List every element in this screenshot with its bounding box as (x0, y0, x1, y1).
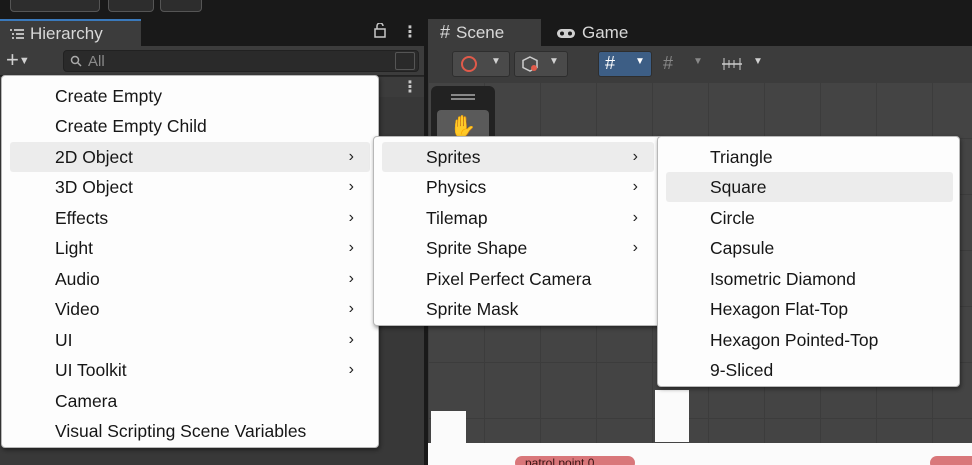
menu-item-isometric-diamond[interactable]: Isometric Diamond (666, 264, 953, 294)
menu-item-sprites[interactable]: Sprites › (382, 142, 654, 172)
create-menu: Create Empty Create Empty Child 2D Objec… (1, 75, 379, 448)
chevron-down-icon: ▼ (491, 56, 501, 67)
game-tab-label: Game (582, 22, 629, 42)
chevron-down-icon: ▼ (753, 56, 763, 67)
search-input[interactable]: All (63, 50, 419, 72)
drag-handle[interactable] (451, 94, 475, 100)
top-toolbar (0, 0, 972, 17)
increment-snap-button[interactable]: # ▼ (656, 51, 710, 77)
grid-snap-icon: # (605, 53, 616, 73)
menu-item-audio[interactable]: Audio › (10, 264, 370, 294)
chevron-right-icon: › (348, 178, 354, 195)
scene-tab-label: Scene (456, 22, 505, 42)
chevron-down-icon: ▼ (693, 56, 703, 67)
menu-item-3d-object[interactable]: 3D Object › (10, 172, 370, 202)
menu-item-create-empty[interactable]: Create Empty (10, 81, 370, 111)
menu-item-pixel-perfect-camera[interactable]: Pixel Perfect Camera (382, 264, 654, 294)
menu-item-ui[interactable]: UI › (10, 325, 370, 355)
menu-item-sprite-mask[interactable]: Sprite Mask (382, 294, 654, 324)
menu-item-video[interactable]: Video › (10, 294, 370, 324)
menu-item-hexagon-pointed-top[interactable]: Hexagon Pointed-Top (666, 325, 953, 355)
kebab-menu-icon[interactable]: ⋮ (402, 77, 418, 97)
scene-toolbar: ▼ ▼ # ▼ # ▼ ▼ (428, 46, 972, 82)
chevron-right-icon: › (348, 270, 354, 287)
sprites-submenu: Triangle Square Circle Capsule Isometric… (657, 136, 960, 387)
search-placeholder: All (88, 52, 105, 70)
gamepad-icon (557, 28, 575, 38)
draw-mode-button[interactable]: ▼ (514, 51, 568, 77)
menu-item-sprite-shape[interactable]: Sprite Shape › (382, 233, 654, 263)
cube-icon (522, 56, 538, 72)
menu-item-2d-object[interactable]: 2D Object › (10, 142, 370, 172)
chevron-down-icon: ▼ (549, 56, 559, 67)
lock-icon[interactable] (373, 23, 387, 38)
scene-sprite (655, 390, 689, 442)
menu-item-camera[interactable]: Camera (10, 386, 370, 416)
play-mode-button[interactable] (10, 0, 100, 12)
search-icon (70, 55, 82, 67)
menu-item-physics[interactable]: Physics › (382, 172, 654, 202)
menu-item-square[interactable]: Square (666, 172, 953, 202)
toolbar-button[interactable] (160, 0, 202, 12)
hierarchy-toolbar: +▼ All (0, 46, 424, 76)
chevron-down-icon: ▼ (635, 56, 645, 67)
chevron-right-icon: › (348, 300, 354, 317)
patrol-point-label: patrol point 0 (515, 456, 635, 465)
grid-snap-button[interactable]: # ▼ (598, 51, 652, 77)
chevron-right-icon: › (348, 361, 354, 378)
chevron-right-icon: › (632, 178, 638, 195)
tab-game[interactable]: Game (544, 19, 644, 46)
menu-item-triangle[interactable]: Triangle (666, 142, 953, 172)
2d-object-submenu: Sprites › Physics › Tilemap › Sprite Shape ›… (373, 136, 663, 326)
chevron-right-icon: › (632, 239, 638, 256)
menu-item-hexagon-flat-top[interactable]: Hexagon Flat-Top (666, 294, 953, 324)
patrol-point-label (930, 456, 972, 465)
menu-item-9-sliced[interactable]: 9-Sliced (666, 355, 953, 385)
plus-icon: + (6, 47, 19, 72)
hierarchy-tab-label: Hierarchy (30, 23, 103, 43)
menu-item-visual-scripting-scene-variables[interactable]: Visual Scripting Scene Variables (10, 416, 370, 446)
gizmo-circle-button[interactable]: ▼ (452, 51, 510, 77)
chevron-right-icon: › (632, 209, 638, 226)
tab-hierarchy[interactable]: Hierarchy (0, 19, 141, 46)
menu-item-effects[interactable]: Effects › (10, 203, 370, 233)
toolbar-button[interactable] (108, 0, 154, 12)
chevron-right-icon: › (348, 209, 354, 226)
search-options-button[interactable] (395, 52, 415, 70)
menu-item-light[interactable]: Light › (10, 233, 370, 263)
menu-item-ui-toolkit[interactable]: UI Toolkit › (10, 355, 370, 385)
tab-scene[interactable]: # Scene (428, 19, 541, 46)
menu-item-create-empty-child[interactable]: Create Empty Child (10, 111, 370, 141)
menu-item-tilemap[interactable]: Tilemap › (382, 203, 654, 233)
scene-ground (428, 443, 972, 465)
menu-item-capsule[interactable]: Capsule (666, 233, 953, 263)
add-object-button[interactable]: +▼ (6, 47, 30, 72)
chevron-down-icon: ▼ (18, 55, 30, 68)
kebab-menu-icon[interactable]: ⋮ (402, 22, 418, 42)
hierarchy-tab-bar: Hierarchy ⋮ (0, 17, 424, 46)
hash-icon: # (440, 22, 451, 42)
ruler-button[interactable]: ▼ (716, 51, 772, 77)
chevron-right-icon: › (348, 239, 354, 256)
scene-sprite (431, 411, 466, 445)
grid-snap-disabled-icon: # (663, 53, 674, 73)
list-icon (10, 28, 24, 39)
menu-item-circle[interactable]: Circle (666, 203, 953, 233)
gizmo-circle-icon (461, 56, 477, 72)
chevron-right-icon: › (348, 331, 354, 348)
ruler-increment-icon (722, 58, 742, 70)
chevron-right-icon: › (348, 148, 354, 165)
chevron-right-icon: › (632, 148, 638, 165)
